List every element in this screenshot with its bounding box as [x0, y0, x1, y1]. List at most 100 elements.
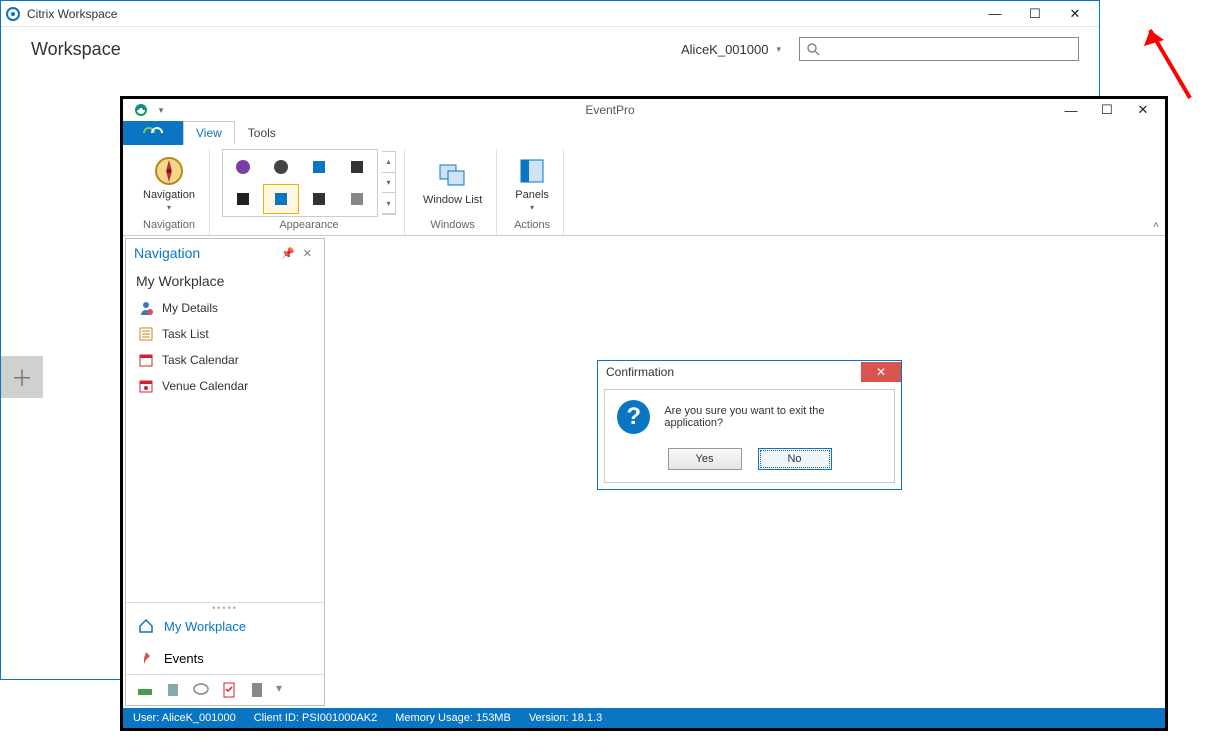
ribbon-group-actions: Panels ▾ Actions	[501, 149, 564, 235]
nav-more-icon[interactable]: ▾	[276, 681, 282, 699]
confirmation-dialog: Confirmation ✕ ? Are you sure you want t…	[597, 360, 902, 490]
status-client: Client ID: PSI001000AK2	[254, 712, 378, 724]
list-icon	[138, 326, 154, 342]
navigation-panel-title: Navigation	[134, 245, 200, 261]
qat-dropdown[interactable]: ▾	[155, 105, 167, 116]
home-icon	[138, 618, 154, 634]
ribbon-collapse-button[interactable]: ˄	[1153, 220, 1159, 231]
calendar-icon	[138, 352, 154, 368]
dialog-title: Confirmation	[606, 365, 674, 379]
nav-item-label: My Details	[162, 301, 218, 315]
nav-item-label: Task List	[162, 327, 209, 341]
theme-option[interactable]	[301, 184, 337, 214]
ribbon-group-appearance: ▴ ▾ ▾ Appearance	[214, 149, 405, 235]
status-version: Version: 18.1.3	[529, 712, 602, 724]
navigation-panel: Navigation 📌 ✕ My Workplace My Details T…	[125, 238, 325, 706]
navigation-button-label: Navigation	[143, 189, 195, 201]
citrix-logo-icon	[5, 6, 21, 22]
pin-icon[interactable]: 📌	[277, 247, 299, 260]
nav-bottom-events[interactable]: Events	[126, 642, 324, 674]
ribbon-body: Navigation ▾ Navigation	[123, 145, 1165, 235]
panels-button[interactable]: Panels ▾	[509, 153, 555, 214]
eventpro-maximize-button[interactable]: ☐	[1089, 100, 1125, 120]
appearance-gallery[interactable]	[222, 149, 378, 217]
appearance-gallery-scroll[interactable]: ▴ ▾ ▾	[382, 151, 396, 215]
close-icon[interactable]: ✕	[299, 247, 316, 260]
gallery-expand-icon[interactable]: ▾	[382, 193, 395, 214]
dialog-titlebar: Confirmation ✕	[598, 361, 901, 383]
theme-option-selected[interactable]	[263, 184, 299, 214]
window-list-button[interactable]: Window List	[417, 158, 488, 208]
nav-item-venue-calendar[interactable]: Venue Calendar	[126, 373, 324, 399]
dialog-yes-button[interactable]: Yes	[668, 448, 742, 470]
pin-icon	[138, 650, 154, 666]
eventpro-titlebar: ▾ EventPro — ☐ ✕	[123, 99, 1165, 121]
ribbon-group-label-appearance: Appearance	[279, 217, 338, 235]
scroll-down-icon[interactable]: ▾	[382, 173, 395, 194]
theme-option[interactable]	[339, 184, 375, 214]
tab-tools[interactable]: Tools	[235, 121, 289, 145]
calendar-icon	[138, 378, 154, 394]
eventpro-close-button[interactable]: ✕	[1125, 100, 1161, 120]
dialog-close-button[interactable]: ✕	[861, 362, 901, 382]
nav-bottom-label: My Workplace	[164, 619, 246, 634]
building-icon[interactable]	[164, 681, 182, 699]
theme-option[interactable]	[225, 184, 261, 214]
nav-section-heading: My Workplace	[126, 267, 324, 295]
content-area: Confirmation ✕ ? Are you sure you want t…	[327, 236, 1165, 708]
citrix-user-label: AliceK_001000	[681, 42, 768, 57]
citrix-minimize-button[interactable]: —	[975, 2, 1015, 26]
person-icon	[138, 300, 154, 316]
nav-item-label: Task Calendar	[162, 353, 239, 367]
annotation-arrow	[1140, 18, 1200, 108]
file-tab-icon	[142, 126, 164, 140]
status-memory: Memory Usage: 153MB	[395, 712, 511, 724]
tab-view[interactable]: View	[183, 121, 235, 145]
ribbon-group-label-actions: Actions	[514, 217, 550, 235]
citrix-header: Workspace AliceK_001000 ▾	[1, 27, 1099, 71]
nav-item-my-details[interactable]: My Details	[126, 295, 324, 321]
ribbon-group-navigation: Navigation ▾ Navigation	[129, 149, 210, 235]
navigation-button[interactable]: Navigation ▾	[137, 153, 201, 214]
ribbon-tabs: View Tools	[123, 121, 1165, 145]
theme-option[interactable]	[339, 152, 375, 182]
ribbon-group-windows: Window List Windows	[409, 149, 497, 235]
theme-option[interactable]	[263, 152, 299, 182]
windows-icon	[437, 160, 469, 192]
nav-splitter[interactable]: •••••	[126, 602, 324, 610]
ribbon: View Tools Navigation ▾ Navigation	[123, 121, 1165, 236]
panels-label: Panels	[515, 189, 549, 201]
dialog-message: Are you sure you want to exit the applic…	[664, 405, 882, 429]
calculator-icon[interactable]	[248, 681, 266, 699]
nav-item-task-list[interactable]: Task List	[126, 321, 324, 347]
window-list-label: Window List	[423, 194, 482, 206]
citrix-maximize-button[interactable]: ☐	[1015, 2, 1055, 26]
workspace-heading: Workspace	[31, 39, 121, 60]
nav-bottom-my-workplace[interactable]: My Workplace	[126, 610, 324, 642]
question-icon: ?	[617, 400, 650, 434]
theme-option[interactable]	[225, 152, 261, 182]
nav-bottom-label: Events	[164, 651, 204, 666]
chevron-down-icon: ▾	[167, 203, 171, 212]
eventpro-minimize-button[interactable]: —	[1053, 100, 1089, 120]
citrix-close-button[interactable]: ✕	[1055, 2, 1095, 26]
clipboard-icon[interactable]	[220, 681, 238, 699]
dialog-no-button[interactable]: No	[758, 448, 832, 470]
citrix-user-dropdown[interactable]: AliceK_001000 ▾	[681, 42, 781, 57]
chat-icon[interactable]	[192, 681, 210, 699]
scroll-up-icon[interactable]: ▴	[382, 152, 395, 173]
nav-item-task-calendar[interactable]: Task Calendar	[126, 347, 324, 373]
ribbon-group-label-navigation: Navigation	[143, 217, 195, 235]
chevron-down-icon: ▾	[530, 203, 534, 212]
eventpro-logo-icon	[133, 102, 149, 118]
citrix-add-button[interactable]: ＋	[1, 356, 43, 398]
nav-icon-row: ▾	[126, 674, 324, 705]
eventpro-title: EventPro	[167, 103, 1053, 117]
file-tab[interactable]	[123, 121, 183, 145]
citrix-search-input[interactable]	[799, 37, 1079, 61]
citrix-titlebar: Citrix Workspace — ☐ ✕	[1, 1, 1099, 27]
ribbon-group-label-windows: Windows	[430, 217, 475, 235]
bed-icon[interactable]	[136, 681, 154, 699]
theme-option[interactable]	[301, 152, 337, 182]
eventpro-window: ▾ EventPro — ☐ ✕ View Tools Navigation	[120, 96, 1168, 731]
